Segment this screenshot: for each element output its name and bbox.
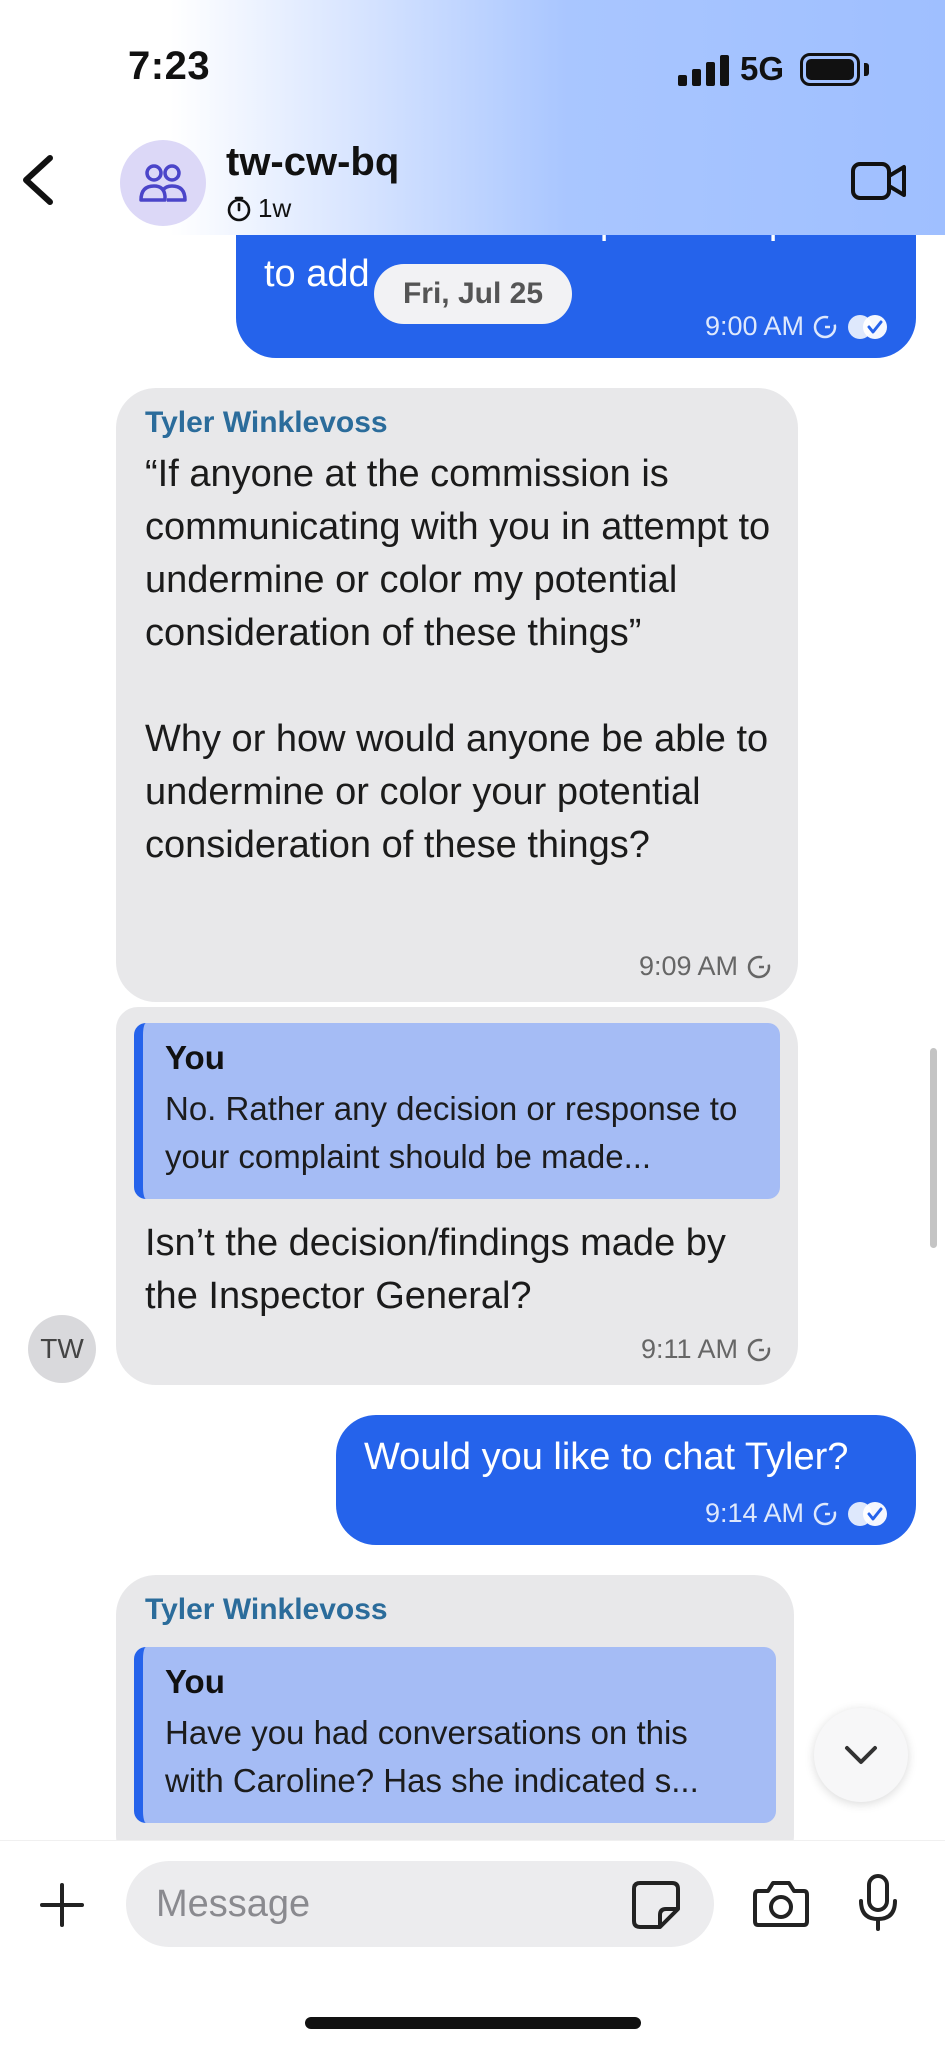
message-time: 9:14 AM — [704, 1498, 804, 1528]
timer-icon — [747, 1338, 771, 1361]
group-avatar[interactable] — [120, 140, 206, 226]
video-camera-icon — [851, 162, 906, 200]
message-bubble-incoming[interactable]: Tyler Winklevoss “If anyone at the commi… — [116, 388, 798, 1002]
timer-icon — [813, 315, 837, 338]
chevron-left-icon — [23, 155, 53, 205]
signal-icon — [678, 54, 730, 86]
sender-avatar[interactable]: TW — [28, 1315, 96, 1383]
composer-bar — [0, 1840, 945, 2048]
chevron-down-icon — [845, 1746, 877, 1764]
message-bubble-incoming[interactable]: Tyler Winklevoss You Have you had conver… — [116, 1575, 794, 1840]
timer-label: 1w — [258, 193, 292, 223]
quoted-message[interactable]: You No. Rather any decision or response … — [134, 1023, 780, 1199]
message-meta: 9:14 AM — [705, 1498, 890, 1529]
message-time: 9:11 AM — [640, 1334, 738, 1364]
message-text: Isn’t the decision/findings made by the … — [145, 1222, 726, 1317]
read-receipt-icon — [848, 314, 887, 339]
quoted-message[interactable]: You Have you had conversations on this w… — [134, 1647, 776, 1823]
battery-nub — [864, 63, 869, 76]
message-time: 9:00 AM — [704, 311, 804, 341]
status-time: 7:23 — [128, 44, 211, 88]
message-text-line-2: to add — [264, 253, 370, 295]
sender-name[interactable]: Tyler Winklevoss — [145, 406, 388, 440]
sticker-icon — [632, 1881, 680, 1929]
chat-header: 7:23 5G tw-cw-bq 1w — [0, 0, 945, 235]
read-receipt-icon — [848, 1501, 887, 1526]
scroll-to-bottom-button[interactable] — [814, 1708, 908, 1802]
video-call-button[interactable] — [850, 158, 908, 204]
message-bubble-incoming[interactable]: You No. Rather any decision or response … — [116, 1007, 798, 1385]
microphone-icon — [859, 1874, 897, 1931]
message-meta: 9:09 AM — [639, 951, 772, 982]
scrollbar[interactable] — [930, 1048, 937, 1248]
voice-message-button[interactable] — [856, 1873, 900, 1933]
quote-text: Have you had conversations on this with … — [165, 1714, 699, 1799]
disappearing-timer[interactable]: 1w — [226, 193, 291, 224]
back-button[interactable] — [16, 150, 60, 210]
group-icon — [139, 164, 187, 202]
sender-name[interactable]: Tyler Winklevoss — [145, 1593, 388, 1627]
battery-icon — [800, 53, 860, 86]
sticker-button[interactable] — [630, 1879, 682, 1931]
message-text-line-1: indicated she took specific steps — [264, 235, 809, 248]
network-label: 5G — [740, 50, 785, 87]
timer-icon — [747, 955, 771, 978]
timer-icon — [813, 1502, 837, 1525]
quote-author: You — [165, 1663, 225, 1700]
plus-icon — [40, 1883, 84, 1927]
camera-button[interactable] — [752, 1877, 810, 1929]
message-text: Would you like to chat Tyler? — [364, 1436, 849, 1478]
message-bubble-outgoing[interactable]: indicated she took specific steps to add… — [236, 235, 916, 358]
attach-button[interactable] — [38, 1881, 86, 1929]
chat-title[interactable]: tw-cw-bq — [226, 140, 399, 185]
quote-text: No. Rather any decision or response to y… — [165, 1090, 738, 1175]
message-input[interactable] — [126, 1861, 714, 1947]
message-meta: 9:00 AM — [705, 311, 890, 342]
timer-icon — [227, 196, 251, 221]
message-feed[interactable]: indicated she took specific steps to add… — [0, 235, 945, 1840]
message-text: “If anyone at the commission is communic… — [145, 453, 771, 866]
home-indicator[interactable] — [305, 2017, 641, 2029]
message-meta: 9:11 AM — [641, 1334, 772, 1365]
quote-author: You — [165, 1039, 225, 1076]
message-bubble-outgoing[interactable]: Would you like to chat Tyler? 9:14 AM — [336, 1415, 916, 1545]
date-separator: Fri, Jul 25 — [374, 264, 572, 324]
camera-icon — [753, 1881, 809, 1927]
message-time: 9:09 AM — [638, 951, 738, 981]
